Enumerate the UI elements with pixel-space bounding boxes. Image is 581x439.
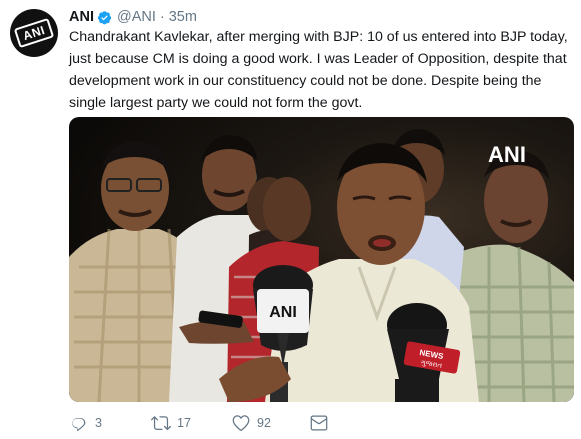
verified-badge-icon	[97, 10, 112, 25]
ani-watermark: ANI	[488, 142, 526, 167]
mic-logo-text: ANI	[269, 304, 297, 321]
direct-message-icon	[310, 415, 328, 431]
retweet-icon	[151, 416, 171, 431]
tweet: ANI ANI @ANI · 35m Chandrakant Kavlekar,…	[0, 0, 581, 439]
author-name[interactable]: ANI	[69, 9, 94, 25]
tweet-media-image[interactable]: ANI NEWS ગુજરાત ANI	[69, 117, 574, 402]
like-button[interactable]: 92	[231, 411, 271, 435]
like-icon	[232, 415, 250, 432]
tweet-actions: 3 17 92	[69, 411, 369, 435]
reply-icon	[72, 418, 86, 432]
ani-logo: ANI	[13, 17, 55, 49]
author-handle[interactable]: @ANI	[117, 9, 156, 25]
header-separator: ·	[159, 9, 165, 25]
tweet-text: Chandrakant Kavlekar, after merging with…	[69, 29, 568, 111]
like-count: 92	[257, 416, 271, 430]
retweet-button[interactable]: 17	[151, 411, 191, 435]
direct-message-button[interactable]	[309, 411, 329, 435]
reply-button[interactable]: 3	[69, 411, 102, 435]
tweet-header: ANI @ANI · 35m	[69, 7, 197, 27]
retweet-count: 17	[177, 416, 191, 430]
avatar[interactable]: ANI	[10, 9, 58, 57]
reply-count: 3	[95, 416, 102, 430]
news-photo: ANI NEWS ગુજરાત ANI	[69, 129, 574, 402]
avatar-logo-text: ANI	[21, 22, 47, 44]
tweet-timestamp[interactable]: 35m	[169, 9, 197, 25]
